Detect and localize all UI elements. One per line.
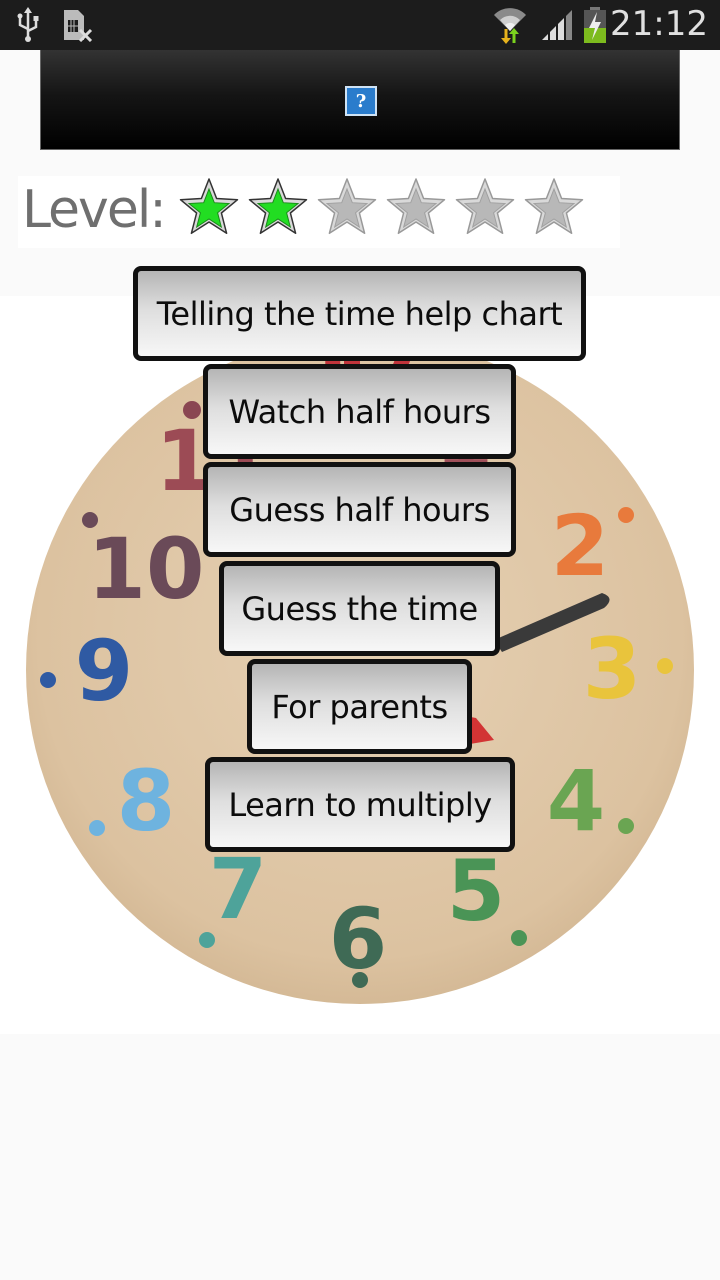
- level-label: Level:: [22, 180, 167, 240]
- clock-number-7: 7: [209, 840, 267, 938]
- clock-number-5: 5: [447, 842, 505, 940]
- ad-banner[interactable]: ?: [40, 50, 680, 150]
- learn-to-multiply-label: Learn to multiply: [228, 785, 492, 824]
- help-chart-label: Telling the time help chart: [156, 294, 563, 333]
- dot-2: [618, 507, 634, 523]
- level-stars: [179, 176, 584, 238]
- clock-number-8: 8: [117, 752, 175, 850]
- guess-the-time-label: Guess the time: [241, 589, 478, 628]
- status-bar: 21:12: [0, 0, 720, 50]
- dot-3: [657, 658, 673, 674]
- star-empty-icon: [524, 178, 584, 235]
- clock-number-9: 9: [75, 622, 133, 720]
- learn-to-multiply-button[interactable]: Learn to multiply: [205, 757, 515, 852]
- clock-number-10: 10: [88, 520, 205, 618]
- watch-half-hours-button[interactable]: Watch half hours: [203, 364, 516, 459]
- dot-10: [82, 512, 98, 528]
- no-sim-icon: [62, 0, 94, 50]
- usb-icon: [16, 0, 40, 50]
- star-empty-icon: [386, 178, 446, 235]
- dot-5: [511, 930, 527, 946]
- watch-half-hours-label: Watch half hours: [228, 392, 491, 431]
- clock-time: 21:12: [610, 4, 708, 44]
- dot-7: [199, 932, 215, 948]
- star-filled-icon: [179, 178, 239, 235]
- wifi-data-icon: [492, 0, 528, 50]
- guess-the-time-button[interactable]: Guess the time: [219, 561, 500, 656]
- level-indicator: Level:: [18, 176, 620, 248]
- guess-half-hours-button[interactable]: Guess half hours: [203, 462, 516, 557]
- battery-charging-icon: [582, 0, 608, 50]
- for-parents-label: For parents: [271, 687, 448, 726]
- dot-6: [352, 972, 368, 988]
- dot-9: [40, 672, 56, 688]
- for-parents-button[interactable]: For parents: [247, 659, 472, 754]
- star-empty-icon: [317, 178, 377, 235]
- help-chart-button[interactable]: Telling the time help chart: [133, 266, 586, 361]
- star-empty-icon: [455, 178, 515, 235]
- clock-number-2: 2: [551, 497, 609, 595]
- dot-8: [89, 820, 105, 836]
- broken-image-icon: ?: [345, 86, 377, 116]
- guess-half-hours-label: Guess half hours: [229, 490, 490, 529]
- signal-icon: [540, 0, 576, 50]
- clock-number-3: 3: [583, 620, 641, 718]
- clock-number-4: 4: [547, 752, 605, 850]
- star-filled-icon: [248, 178, 308, 235]
- dot-4: [618, 818, 634, 834]
